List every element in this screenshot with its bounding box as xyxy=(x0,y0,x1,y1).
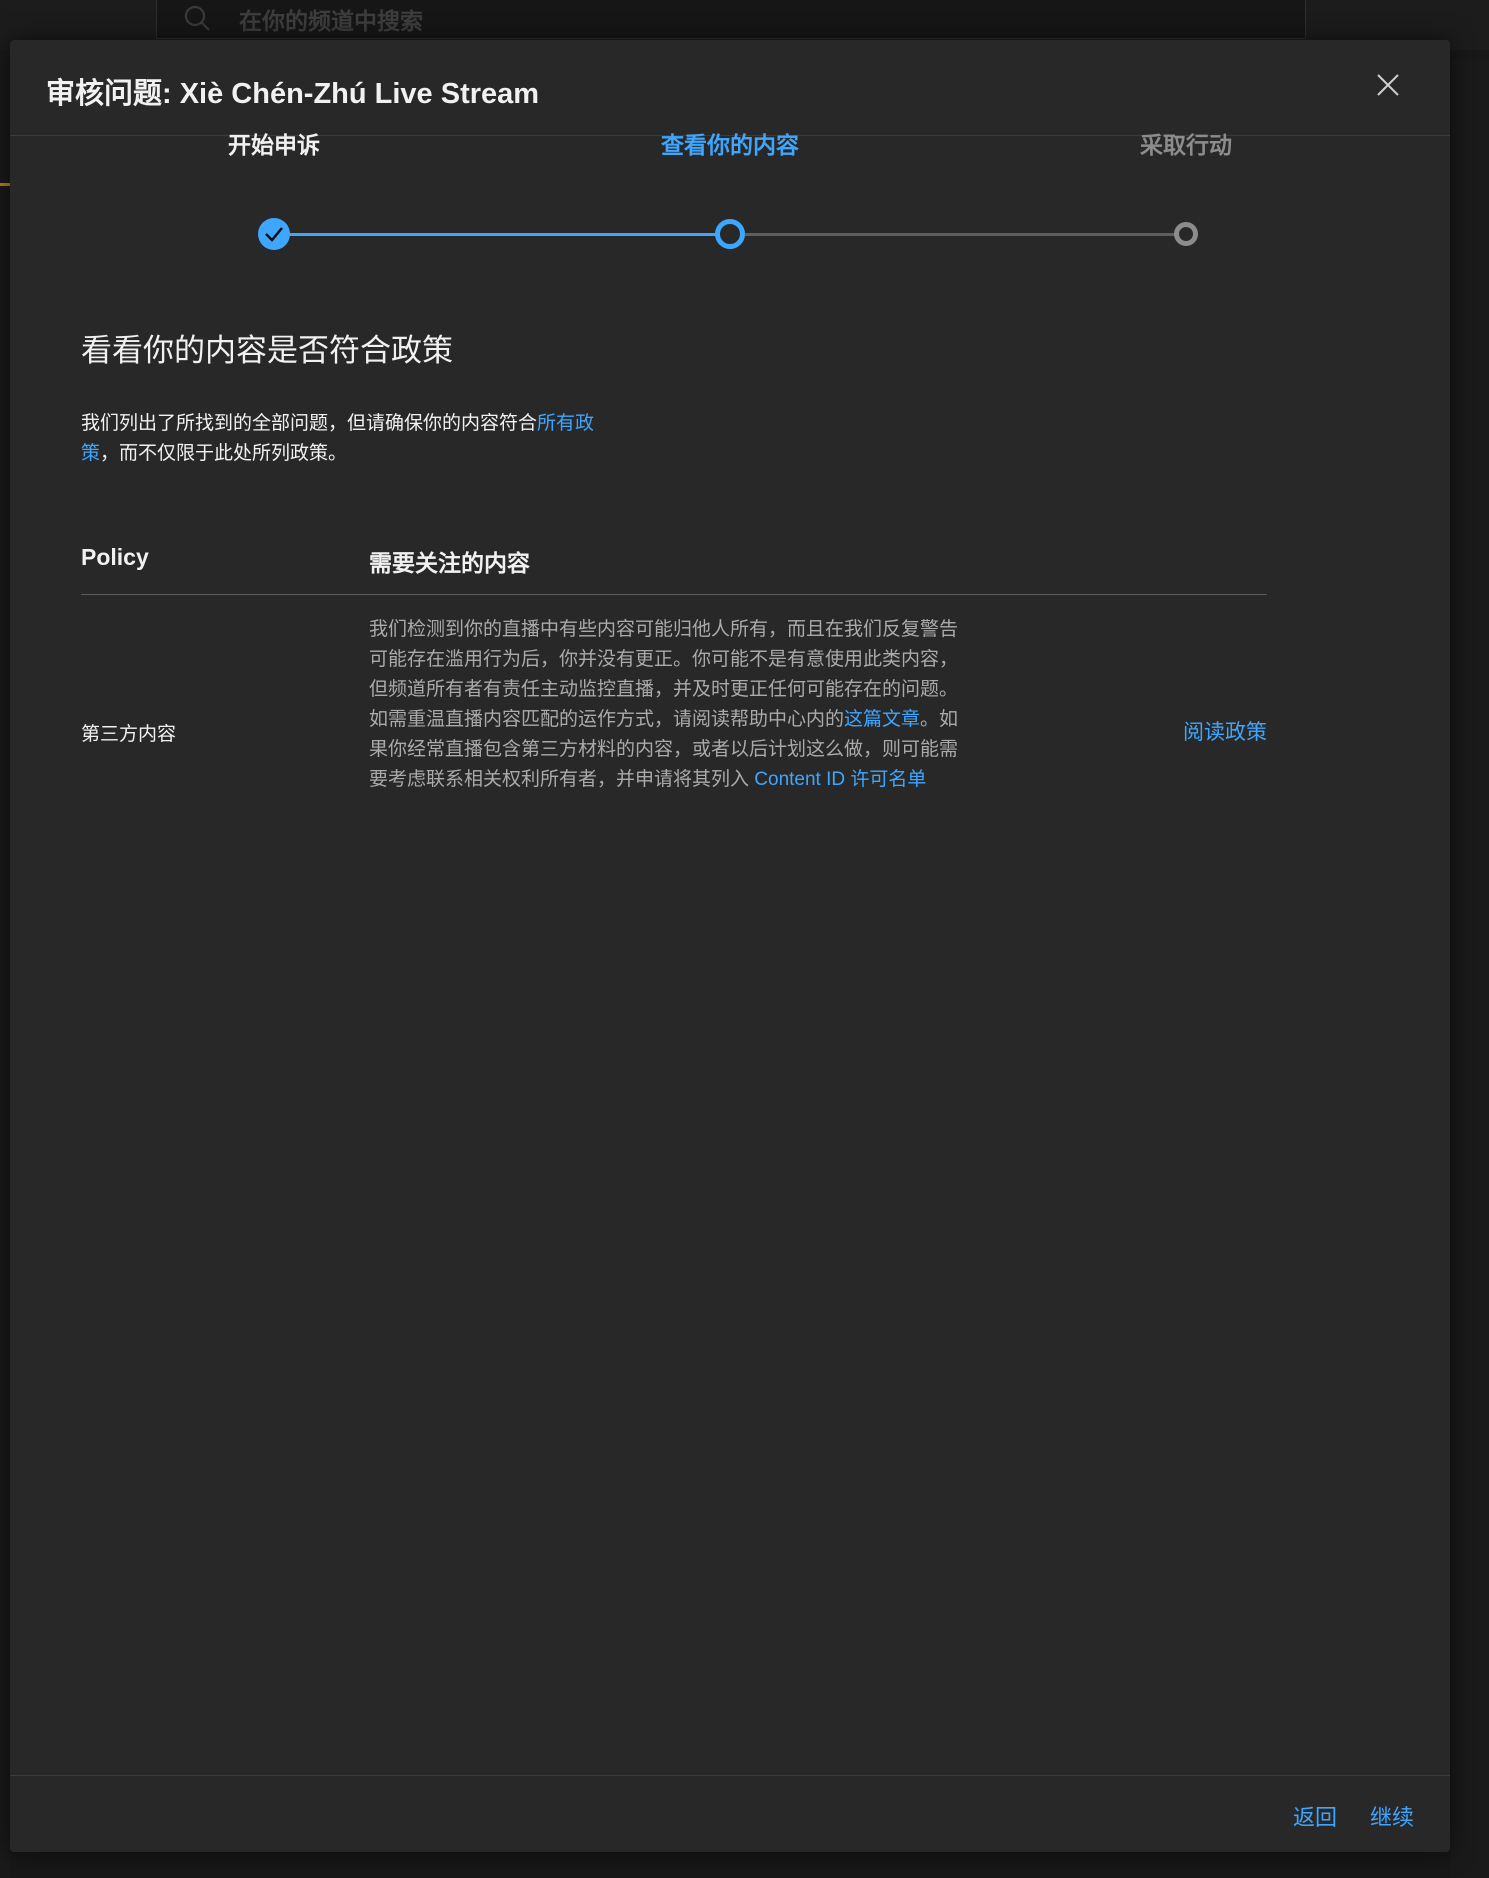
background-right-panel xyxy=(1451,60,1489,1878)
content-id-allowlist-link[interactable]: Content ID 许可名单 xyxy=(754,769,926,790)
step-todo-dot xyxy=(1174,222,1198,246)
intro-text: 我们列出了所找到的全部问题，但请确保你的内容符合所有政策，而不仅限于此处所列政策… xyxy=(81,409,601,469)
column-header-policy: Policy xyxy=(81,544,149,570)
table-header: Policy 需要关注的内容 xyxy=(81,530,1267,595)
stepper-remaining-line xyxy=(730,233,1186,236)
section-heading: 看看你的内容是否符合政策 xyxy=(81,333,453,368)
back-button[interactable]: 返回 xyxy=(1293,1800,1337,1832)
app-root: 在你的频道中搜索 审核问题: Xiè Chén-Zhú Live Stream … xyxy=(0,0,1489,1878)
background-search-box[interactable]: 在你的频道中搜索 xyxy=(156,0,1306,39)
close-icon[interactable] xyxy=(1373,70,1403,100)
dialog-footer: 返回 继续 xyxy=(10,1775,1450,1852)
table-row: 第三方内容 我们检测到你的直播中有些内容可能归他人所有，而且在我们反复警告可能存… xyxy=(81,595,1267,835)
dialog-header: 审核问题: Xiè Chén-Zhú Live Stream xyxy=(10,40,1450,136)
step-review-content-label: 查看你的内容 xyxy=(661,132,799,158)
stepper-progress-line xyxy=(274,233,730,236)
policy-description: 我们检测到你的直播中有些内容可能归他人所有，而且在我们反复警告可能存在滥用行为后… xyxy=(369,615,959,795)
step-start-appeal-label: 开始申诉 xyxy=(228,132,320,158)
step-current-dot xyxy=(715,219,745,249)
dialog-title: 审核问题: Xiè Chén-Zhú Live Stream xyxy=(46,78,540,110)
column-header-content: 需要关注的内容 xyxy=(369,550,530,576)
review-issue-dialog: 审核问题: Xiè Chén-Zhú Live Stream 开始申诉 查看你的… xyxy=(10,40,1450,1852)
intro-text-before-link: 我们列出了所找到的全部问题，但请确保你的内容符合 xyxy=(81,413,538,434)
intro-text-after-link: ，而不仅限于此处所列政策。 xyxy=(100,443,348,464)
continue-button[interactable]: 继续 xyxy=(1370,1800,1414,1832)
step-done-check-icon xyxy=(258,218,290,250)
policy-name: 第三方内容 xyxy=(81,724,177,745)
background-left-sidebar xyxy=(0,50,10,1878)
help-article-link[interactable]: 这篇文章 xyxy=(844,709,920,730)
background-left-accent xyxy=(0,183,10,186)
policy-table: Policy 需要关注的内容 第三方内容 我们检测到你的直播中有些内容可能归他人… xyxy=(81,530,1267,835)
search-icon xyxy=(184,5,210,31)
background-search-placeholder: 在你的频道中搜索 xyxy=(239,8,423,34)
step-take-action-label: 采取行动 xyxy=(1140,132,1232,158)
read-policy-link[interactable]: 阅读政策 xyxy=(1183,716,1267,746)
